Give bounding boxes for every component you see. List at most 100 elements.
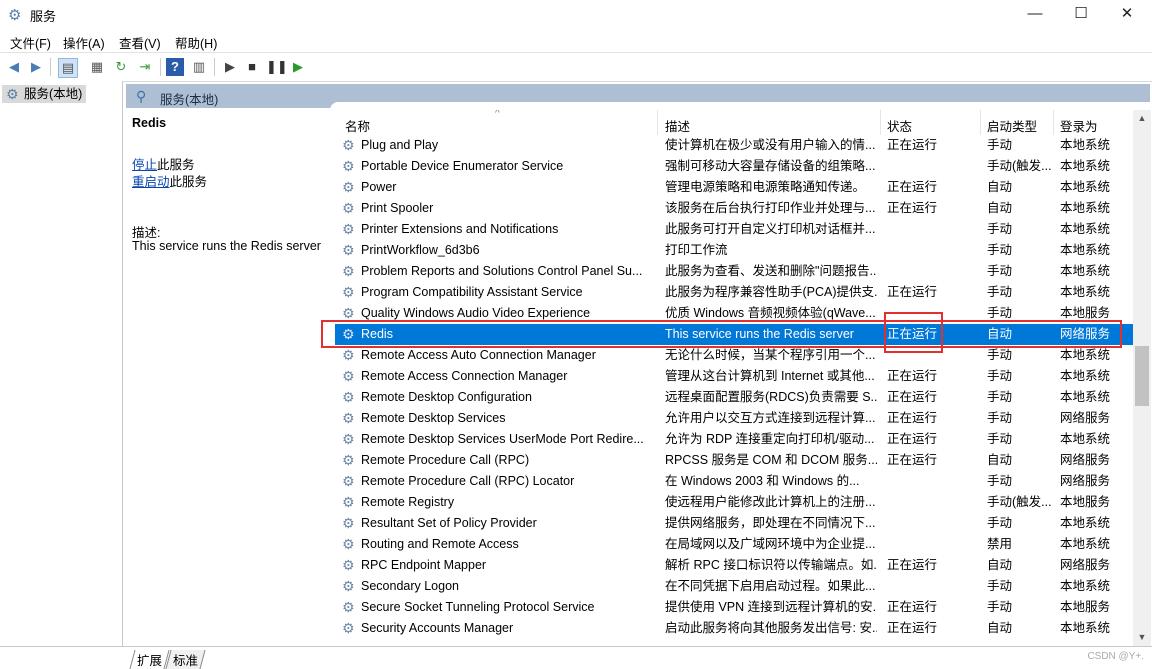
column-header-startup-type[interactable]: 启动类型 <box>987 116 1037 135</box>
table-row[interactable]: ⚙ Remote Procedure Call (RPC) RPCSS 服务是 CO… <box>335 450 1133 471</box>
service-description-cell: 解析 RPC 接口标识符以传输端点。如... <box>665 558 877 572</box>
table-row[interactable]: ⚙ Remote Access Connection Manager 管理从这台计算… <box>335 366 1133 387</box>
refresh-icon[interactable]: ↻ <box>112 58 130 76</box>
tab-standard[interactable]: 标准 <box>165 650 206 669</box>
column-header-row: ^ 名称 描述 状态 启动类型 登录为 <box>335 110 1133 135</box>
service-gear-icon: ⚙ <box>342 452 355 468</box>
forward-arrow-icon[interactable]: ▶ <box>27 58 45 76</box>
service-logon-cell: 网络服务 <box>1060 558 1111 572</box>
back-arrow-icon[interactable]: ◀ <box>5 58 23 76</box>
table-row[interactable]: ⚙ Print Spooler 该服务在后台执行打印作业并处理与... 正在运行 自动 本… <box>335 198 1133 219</box>
service-logon-cell: 本地系统 <box>1060 537 1111 551</box>
column-divider[interactable] <box>980 110 981 135</box>
table-row[interactable]: ⚙ Printer Extensions and Notifications 此服务… <box>335 219 1133 240</box>
service-gear-icon: ⚙ <box>342 494 355 510</box>
table-row[interactable]: ⚙ RPC Endpoint Mapper 解析 RPC 接口标识符以传输端点。如.… <box>335 555 1133 576</box>
table-row-selected[interactable]: ⚙ Redis This service runs the Redis server… <box>335 324 1133 345</box>
tree-item-services-local[interactable]: ⚙ 服务(本地) <box>2 85 87 103</box>
table-row[interactable]: ⚙ Remote Procedure Call (RPC) Locator 在 Wi… <box>335 471 1133 492</box>
properties-icon[interactable]: ▦ <box>88 58 106 76</box>
sort-ascending-icon: ^ <box>495 110 500 119</box>
watermark: CSDN @Y+. <box>1087 651 1144 662</box>
column-header-log-on-as[interactable]: 登录为 <box>1060 116 1098 135</box>
service-startup-type-cell: 手动 <box>987 243 1013 257</box>
export-list-icon[interactable]: ⇥ <box>136 58 154 76</box>
pause-service-icon[interactable]: ❚❚ <box>266 58 288 76</box>
column-divider[interactable] <box>1053 110 1054 135</box>
service-startup-type-cell: 手动 <box>987 411 1013 425</box>
table-row[interactable]: ⚙ Power 管理电源策略和电源策略通知传递。 正在运行 自动 本地系统 <box>335 177 1133 198</box>
service-status-cell: 正在运行 <box>887 285 938 299</box>
pane-header: ⚲ 服务(本地) <box>126 84 1150 110</box>
service-gear-icon: ⚙ <box>342 347 355 363</box>
service-logon-cell: 本地系统 <box>1060 516 1111 530</box>
table-row[interactable]: ⚙ Routing and Remote Access 在局域网以及广域网环境中为企… <box>335 534 1133 555</box>
service-name-cell: Redis <box>361 327 393 341</box>
menu-view[interactable]: 查看(V) <box>119 33 161 52</box>
service-status-cell: 正在运行 <box>887 138 938 152</box>
column-header-description[interactable]: 描述 <box>665 116 690 135</box>
stop-service-link[interactable]: 停止 <box>132 158 157 172</box>
table-row[interactable]: ⚙ Resultant Set of Policy Provider 提供网络服务，… <box>335 513 1133 534</box>
maximize-button[interactable]: ☐ <box>1058 0 1104 28</box>
minimize-button[interactable]: — <box>1012 0 1058 28</box>
menu-file[interactable]: 文件(F) <box>10 33 51 52</box>
menu-action[interactable]: 操作(A) <box>63 33 105 52</box>
table-row[interactable]: ⚙ Remote Registry 使远程用户能修改此计算机上的注册... 手动(触发… <box>335 492 1133 513</box>
service-status-cell: 正在运行 <box>887 453 938 467</box>
table-row[interactable]: ⚙ Remote Desktop Services UserMode Port R… <box>335 429 1133 450</box>
show-hide-tree-icon[interactable]: ▤ <box>58 58 78 78</box>
service-status-cell: 正在运行 <box>887 558 938 572</box>
console-tree: ⚙ 服务(本地) <box>0 81 123 646</box>
service-name-cell: Printer Extensions and Notifications <box>361 222 559 236</box>
service-startup-type-cell: 手动 <box>987 348 1013 362</box>
scroll-down-arrow-icon[interactable]: ▼ <box>1133 629 1151 646</box>
column-divider[interactable] <box>657 110 658 135</box>
detail-service-name: Redis <box>132 116 167 130</box>
table-row[interactable]: ⚙ Security Accounts Manager 启动此服务将向其他服务发出信… <box>335 618 1133 639</box>
service-description-cell: 在 Windows 2003 和 Windows 的... <box>665 474 860 488</box>
vertical-scrollbar[interactable]: ▲ ▼ <box>1133 110 1151 646</box>
service-logon-cell: 网络服务 <box>1060 474 1111 488</box>
column-divider[interactable] <box>880 110 881 135</box>
service-logon-cell: 网络服务 <box>1060 327 1111 341</box>
service-gear-icon: ⚙ <box>342 179 355 195</box>
table-row[interactable]: ⚙ Remote Access Auto Connection Manager 无论… <box>335 345 1133 366</box>
table-row[interactable]: ⚙ Problem Reports and Solutions Control P… <box>335 261 1133 282</box>
service-name-cell: PrintWorkflow_6d3b6 <box>361 243 480 257</box>
table-row[interactable]: ⚙ Remote Desktop Services 允许用户以交互方式连接到远程计算… <box>335 408 1133 429</box>
service-logon-cell: 本地服务 <box>1060 306 1111 320</box>
service-gear-icon: ⚙ <box>342 242 355 258</box>
close-button[interactable]: ✕ <box>1104 0 1150 28</box>
menu-help[interactable]: 帮助(H) <box>175 33 217 52</box>
scroll-up-arrow-icon[interactable]: ▲ <box>1133 110 1151 127</box>
table-row[interactable]: ⚙ Program Compatibility Assistant Service… <box>335 282 1133 303</box>
service-startup-type-cell: 自动 <box>987 201 1013 215</box>
table-row[interactable]: ⚙ Remote Desktop Configuration 远程桌面配置服务(RD… <box>335 387 1133 408</box>
table-row[interactable]: ⚙ Secondary Logon 在不同凭据下启用启动过程。如果此... 手动 本地系… <box>335 576 1133 597</box>
service-gear-icon: ⚙ <box>342 599 355 615</box>
tab-extended[interactable]: 扩展 <box>129 650 170 669</box>
view-icon[interactable]: ▥ <box>190 58 208 76</box>
column-header-name[interactable]: 名称 <box>345 116 370 135</box>
service-logon-cell: 本地系统 <box>1060 138 1111 152</box>
column-header-status[interactable]: 状态 <box>887 116 912 135</box>
table-row[interactable]: ⚙ Plug and Play 使计算机在极少或没有用户输入的情... 正在运行 手动 本… <box>335 135 1133 156</box>
stop-service-icon[interactable]: ■ <box>243 58 261 76</box>
table-row[interactable]: ⚙ Quality Windows Audio Video Experience 优… <box>335 303 1133 324</box>
table-row[interactable]: ⚙ Portable Device Enumerator Service 强制可移动… <box>335 156 1133 177</box>
service-description-cell: 提供使用 VPN 连接到远程计算机的安... <box>665 600 877 614</box>
magnifier-icon: ⚲ <box>136 88 147 104</box>
help-icon[interactable]: ? <box>166 58 184 76</box>
table-row[interactable]: ⚙ PrintWorkflow_6d3b6 打印工作流 手动 本地系统 <box>335 240 1133 261</box>
tab-standard-label: 标准 <box>173 654 199 668</box>
scrollbar-thumb[interactable] <box>1135 346 1149 406</box>
start-service-icon[interactable]: ▶ <box>221 58 239 76</box>
service-name-cell: Resultant Set of Policy Provider <box>361 516 537 530</box>
service-startup-type-cell: 禁用 <box>987 537 1013 551</box>
table-row[interactable]: ⚙ Secure Socket Tunneling Protocol Servic… <box>335 597 1133 618</box>
restart-service-link[interactable]: 重启动 <box>132 175 170 189</box>
pane-header-title: 服务(本地) <box>160 93 219 107</box>
restart-service-icon[interactable]: ▶ <box>289 58 307 76</box>
service-name-cell: Secure Socket Tunneling Protocol Service <box>361 600 595 614</box>
